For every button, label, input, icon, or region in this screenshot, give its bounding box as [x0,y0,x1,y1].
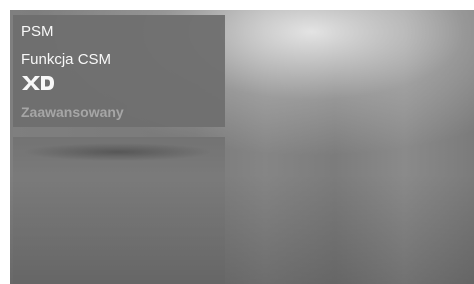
menu-item-csm[interactable]: Funkcja CSM [21,51,111,68]
xd-logo-icon [21,75,55,91]
menu-item-psm[interactable]: PSM [21,23,54,40]
background-panel [13,137,225,284]
picture-menu-panel: PSM Funkcja CSM Zaawansowany [13,15,225,127]
menu-item-label: Funkcja CSM [21,51,112,68]
menu-item-xd[interactable] [21,75,55,95]
menu-item-advanced: Zaawansowany [21,104,124,120]
menu-item-label: PSM [21,23,54,40]
menu-item-label: Zaawansowany [21,104,124,120]
tv-screen: PSM Funkcja CSM Zaawansowany [10,10,474,284]
